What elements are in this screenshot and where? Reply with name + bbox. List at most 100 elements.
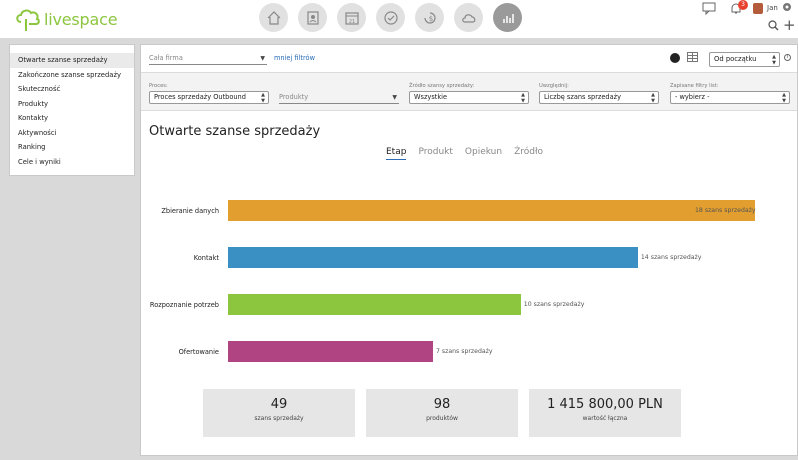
- source-select[interactable]: Wszystkie ▲ ▼: [409, 91, 529, 104]
- saved-filters-value: - wybierz -: [675, 93, 710, 101]
- reports-icon: [502, 13, 514, 23]
- bar-label: Ofertowanie: [178, 348, 219, 356]
- include-filter: Uwzględnij: Liczbę szans sprzedaży ▲ ▼: [539, 83, 659, 104]
- cloud-icon: [461, 13, 475, 23]
- bar[interactable]: [228, 294, 521, 315]
- svg-text:21: 21: [348, 19, 354, 25]
- include-select[interactable]: Liczbę szans sprzedaży ▲ ▼: [539, 91, 659, 104]
- firm-select[interactable]: Cała firma ▼: [149, 52, 267, 65]
- stat-products-label: produktów: [426, 415, 458, 422]
- sidebar-item-goals[interactable]: Cele i wyniki: [10, 155, 134, 170]
- source-label: Źródło szansy sprzedaży:: [409, 83, 475, 89]
- notification-badge: 3: [738, 0, 748, 10]
- report-panel: Cała firma ▼ mniej filtrów Od początku ▲…: [140, 44, 798, 456]
- stat-total-value-label: wartość łączna: [582, 415, 628, 422]
- include-value: Liczbę szans sprzedaży: [544, 93, 622, 101]
- updown-arrow-icon: ▲ ▼: [772, 54, 776, 66]
- logo-text: livespace: [44, 9, 118, 29]
- products-filter: Produkty ▼: [279, 91, 399, 104]
- stage-bar-chart: Zbieranie danych 18 szans sprzedaży Kontak…: [141, 185, 797, 375]
- include-label: Uwzględnij:: [539, 83, 569, 89]
- tab-owner[interactable]: Opiekun: [465, 147, 502, 160]
- bar-value-label: 7 szans sprzedaży: [435, 348, 493, 355]
- svg-text:$: $: [428, 15, 432, 23]
- gear-icon[interactable]: [782, 2, 792, 12]
- bar[interactable]: [228, 200, 755, 221]
- dropdown-arrow-icon: ▼: [260, 55, 265, 62]
- user-name[interactable]: Jan: [767, 4, 778, 12]
- cloud-logo-icon: [16, 9, 40, 31]
- stat-deals-value: 49: [270, 397, 288, 412]
- process-value: Proces sprzedaży Outbound: [154, 93, 246, 101]
- table-view-icon[interactable]: [687, 52, 698, 62]
- tab-stage[interactable]: Etap: [386, 147, 407, 160]
- chart-tabs: Etap Produkt Opiekun Źródło: [386, 147, 543, 160]
- sidebar-item-ranking[interactable]: Ranking: [10, 140, 134, 155]
- filter-bar: Cała firma ▼ mniej filtrów Od początku ▲…: [141, 45, 797, 73]
- sidebar-item-effectiveness[interactable]: Skuteczność: [10, 82, 134, 97]
- add-icon[interactable]: +: [783, 18, 796, 33]
- products-select[interactable]: Produkty ▼: [279, 91, 399, 104]
- sidebar-item-activities[interactable]: Aktywności: [10, 126, 134, 141]
- info-icon[interactable]: i: [784, 54, 791, 61]
- nav-home[interactable]: [259, 3, 288, 32]
- updown-arrow-icon: ▲ ▼: [261, 92, 265, 104]
- user-area: 3 Jan +: [698, 0, 798, 38]
- bar[interactable]: [228, 247, 638, 268]
- dropdown-arrow-icon: ▼: [392, 94, 397, 101]
- products-value: Produkty: [279, 93, 309, 101]
- source-value: Wszystkie: [414, 93, 448, 101]
- main-nav: 21 $: [259, 3, 522, 32]
- bar-value-label: 14 szans sprzedaży: [640, 254, 702, 261]
- stat-products-value: 98: [433, 397, 451, 412]
- period-value: Od początku: [714, 55, 757, 63]
- period-select[interactable]: Od początku ▲ ▼: [709, 52, 780, 67]
- sidebar-item-products[interactable]: Produkty: [10, 97, 134, 112]
- pie-chart-icon[interactable]: [670, 53, 680, 63]
- bar-value-label: 10 szans sprzedaży: [523, 301, 585, 308]
- less-filters-link[interactable]: mniej filtrów: [274, 54, 315, 62]
- process-label: Proces:: [149, 83, 168, 89]
- nav-deals[interactable]: $: [415, 3, 444, 32]
- top-header: livespace 21 $ 3 Jan +: [0, 0, 798, 38]
- tab-product[interactable]: Produkt: [418, 147, 452, 160]
- saved-filters-label: Zapisane filtry list:: [670, 83, 719, 89]
- process-filter: Proces: Proces sprzedaży Outbound ▲ ▼: [149, 83, 269, 104]
- sidebar-item-open-deals[interactable]: Otwarte szanse sprzedaży: [10, 53, 134, 68]
- nav-cloud[interactable]: [454, 3, 483, 32]
- chat-icon[interactable]: [702, 2, 718, 15]
- stat-products: 98 produktów: [366, 389, 518, 437]
- home-icon: [267, 10, 280, 25]
- source-filter: Źródło szansy sprzedaży: Wszystkie ▲ ▼: [409, 83, 529, 104]
- bar[interactable]: [228, 341, 433, 362]
- firm-select-value: Cała firma: [149, 54, 183, 62]
- bar-label: Kontakt: [193, 254, 219, 262]
- nav-contacts[interactable]: [298, 3, 327, 32]
- contacts-icon: [306, 10, 319, 25]
- nav-calendar[interactable]: 21: [337, 3, 366, 32]
- bar-label: Zbieranie danych: [161, 207, 219, 215]
- tasks-icon: [383, 10, 398, 25]
- stat-total-value: 1 415 800,00 PLN wartość łączna: [529, 389, 681, 437]
- bar-label: Rozpoznanie potrzeb: [149, 301, 219, 309]
- nav-tasks[interactable]: [376, 3, 405, 32]
- reports-sidebar: Otwarte szanse sprzedaży Zakończone szan…: [9, 44, 135, 176]
- sidebar-item-contacts[interactable]: Kontakty: [10, 111, 134, 126]
- updown-arrow-icon: ▲ ▼: [521, 92, 525, 104]
- calendar-icon: 21: [344, 11, 359, 25]
- deals-icon: $: [423, 11, 436, 24]
- updown-arrow-icon: ▲ ▼: [651, 92, 655, 104]
- saved-filters-select[interactable]: - wybierz - ▲ ▼: [670, 91, 790, 104]
- logo[interactable]: livespace: [14, 4, 118, 34]
- sidebar-item-closed-deals[interactable]: Zakończone szanse sprzedaży: [10, 68, 134, 83]
- bar-value-label: 18 szans sprzedaży: [695, 207, 756, 214]
- search-icon[interactable]: [768, 20, 779, 31]
- nav-reports[interactable]: [493, 3, 522, 32]
- tab-source[interactable]: Źródło: [514, 147, 543, 160]
- avatar[interactable]: [753, 3, 763, 14]
- page-title: Otwarte szanse sprzedaży: [149, 124, 321, 139]
- saved-filters: Zapisane filtry list: - wybierz - ▲ ▼: [670, 83, 790, 104]
- stat-deals-label: szans sprzedaży: [254, 415, 304, 422]
- advanced-filters: Proces: Proces sprzedaży Outbound ▲ ▼ Pro…: [141, 73, 797, 111]
- process-select[interactable]: Proces sprzedaży Outbound ▲ ▼: [149, 91, 269, 104]
